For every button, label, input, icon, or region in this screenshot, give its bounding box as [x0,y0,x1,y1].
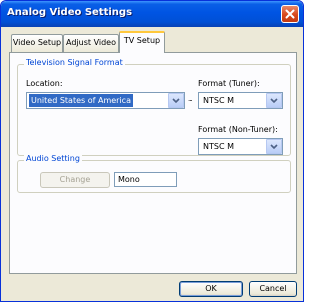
tab-adjust-video[interactable]: Adjust Video [63,34,119,52]
format-nontuner-select[interactable]: NTSC M [198,138,283,155]
tv-signal-group-label: Television Signal Format [24,58,125,67]
tab-label: TV Setup [123,36,161,45]
chevron-down-icon [270,97,278,103]
chevron-down-icon [270,143,278,149]
format-nontuner-value: NTSC M [203,142,234,151]
cancel-button[interactable]: Cancel [249,281,297,297]
change-button-label: Change [59,175,91,184]
location-connector: ... [188,94,193,103]
cancel-button-label: Cancel [259,284,287,293]
close-icon [285,9,295,19]
title-bar[interactable]: Analog Video Settings [1,1,303,27]
tab-label: Adjust Video [66,38,116,47]
change-button[interactable]: Change [40,172,110,188]
format-nontuner-dropdown-button[interactable] [266,139,282,154]
ok-button[interactable]: OK [179,281,243,297]
format-tuner-value: NTSC M [203,96,234,105]
audio-mode-field: Mono [114,172,177,187]
location-select[interactable]: United States of America [26,92,185,109]
location-value: United States of America [29,94,133,107]
audio-group-label: Audio Setting [24,154,82,163]
format-tuner-select[interactable]: NTSC M [198,92,283,109]
tab-label: Video Setup [12,38,62,47]
format-tuner-dropdown-button[interactable] [266,93,282,108]
dialog-window: Analog Video Settings Video Setup Adjust… [0,0,304,302]
close-button[interactable] [281,5,299,23]
format-nontuner-label: Format (Non-Tuner): [198,125,278,134]
tv-setup-panel: Television Signal Format Location: Unite… [9,52,297,274]
location-label: Location: [26,79,63,88]
location-dropdown-button[interactable] [168,93,184,108]
chevron-down-icon [172,97,180,103]
window-title: Analog Video Settings [7,7,133,18]
tab-tv-setup[interactable]: TV Setup [119,31,165,53]
tab-video-setup[interactable]: Video Setup [11,34,63,52]
format-tuner-label: Format (Tuner): [198,79,260,88]
audio-mode-value: Mono [118,175,140,184]
ok-button-label: OK [205,284,217,293]
